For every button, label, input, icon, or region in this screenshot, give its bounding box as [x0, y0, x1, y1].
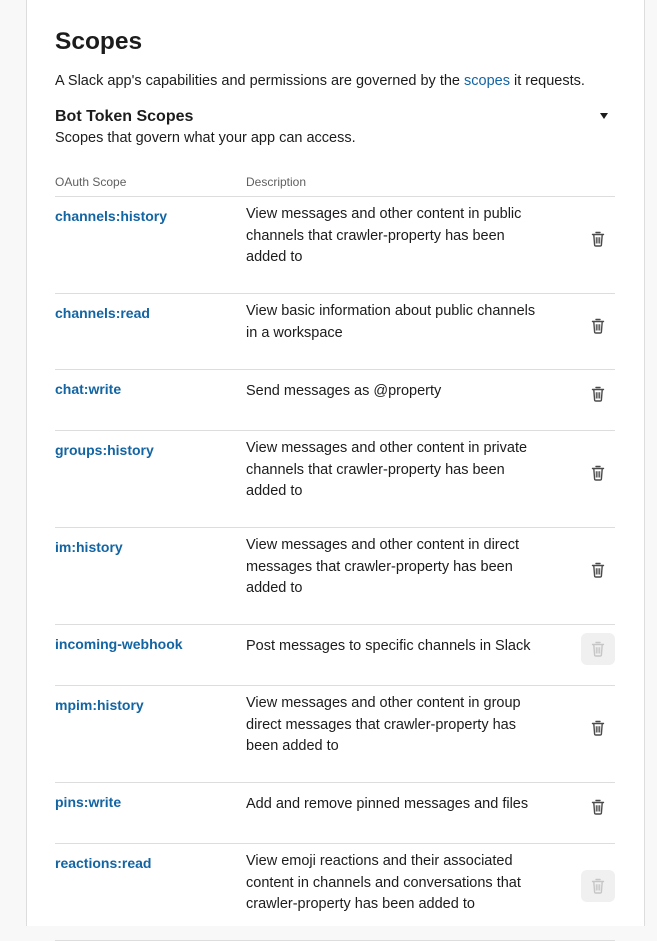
scope-description: Post messages to specific channels in Sl…: [246, 638, 531, 654]
scope-description: View basic information about public chan…: [246, 303, 536, 341]
section-title: Bot Token Scopes: [55, 108, 194, 125]
scope-name[interactable]: incoming-webhook: [55, 636, 183, 652]
scope-description: View messages and other content in priva…: [246, 440, 528, 500]
section-subtitle: Scopes that govern what your app can acc…: [55, 130, 356, 146]
delete-scope-button[interactable]: [581, 554, 615, 586]
scope-description: View emoji reactions and their associate…: [246, 853, 521, 913]
intro-text-end: it requests.: [509, 73, 585, 89]
trash-icon: [591, 386, 605, 402]
table-body: channels:history View messages and other …: [55, 197, 615, 941]
table-row: mpim:history View messages and other cont…: [55, 686, 615, 783]
trash-icon: [591, 641, 605, 657]
caret-down-icon[interactable]: [597, 110, 613, 122]
scopes-table: OAuth Scope Description channels:history…: [55, 170, 615, 941]
scope-description: View messages and other content in publi…: [246, 206, 522, 266]
delete-scope-button[interactable]: [581, 870, 615, 902]
scopes-link[interactable]: scopes: [464, 73, 510, 89]
intro-text-start: A Slack app's capabilities and permissio…: [55, 73, 465, 89]
scope-description: Add and remove pinned messages and files: [246, 796, 529, 812]
header-description: Description: [246, 175, 307, 189]
header-oauth-scope: OAuth Scope: [55, 175, 127, 189]
trash-icon: [591, 720, 605, 736]
table-row: reactions:read View emoji reactions and t…: [55, 844, 615, 941]
delete-scope-button[interactable]: [581, 712, 615, 744]
table-row: groups:history View messages and other co…: [55, 431, 615, 528]
trash-icon: [591, 231, 605, 247]
scope-name[interactable]: channels:history: [55, 208, 167, 224]
table-row: incoming-webhook Post messages to specifi…: [55, 625, 615, 686]
delete-scope-button[interactable]: [581, 223, 615, 255]
scope-description: Send messages as @property: [246, 383, 442, 399]
page-title: Scopes: [55, 28, 143, 55]
delete-scope-button[interactable]: [581, 310, 615, 342]
table-row: channels:read View basic information abou…: [55, 294, 615, 370]
table-row: chat:write Send messages as @property: [55, 370, 615, 431]
scope-name[interactable]: reactions:read: [55, 855, 151, 871]
trash-icon: [591, 318, 605, 334]
delete-scope-button[interactable]: [581, 633, 615, 665]
scope-name[interactable]: groups:history: [55, 442, 154, 458]
trash-icon: [591, 465, 605, 481]
trash-icon: [591, 562, 605, 578]
scope-name[interactable]: mpim:history: [55, 697, 144, 713]
scope-name[interactable]: im:history: [55, 539, 123, 555]
scope-name[interactable]: chat:write: [55, 381, 121, 397]
table-header: OAuth Scope Description: [55, 170, 615, 197]
trash-icon: [591, 799, 605, 815]
scope-description: View messages and other content in direc…: [246, 537, 519, 597]
scope-name[interactable]: channels:read: [55, 305, 150, 321]
scope-description: View messages and other content in group…: [246, 695, 521, 755]
table-row: channels:history View messages and other …: [55, 197, 615, 294]
table-row: im:history View messages and other conten…: [55, 528, 615, 625]
table-row: pins:write Add and remove pinned messages…: [55, 783, 615, 844]
delete-scope-button[interactable]: [581, 791, 615, 823]
delete-scope-button[interactable]: [581, 457, 615, 489]
trash-icon: [591, 878, 605, 894]
intro-text: A Slack app's capabilities and permissio…: [55, 72, 585, 90]
delete-scope-button[interactable]: [581, 378, 615, 410]
scope-name[interactable]: pins:write: [55, 794, 121, 810]
